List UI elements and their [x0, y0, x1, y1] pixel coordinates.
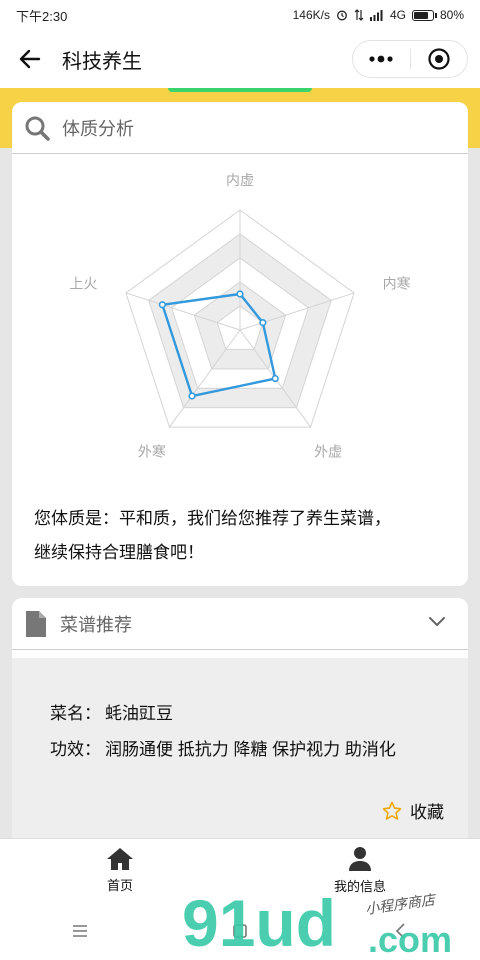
- more-dots-icon: [369, 55, 393, 63]
- radar-point: [259, 318, 267, 327]
- chevron-down-icon[interactable]: [428, 612, 446, 630]
- recipe-effect-row: 功效： 润肠通便 抵抗力 降糖 保护视力 助消化: [50, 732, 450, 768]
- recipe-name-row: 菜名： 蚝油豇豆: [50, 696, 450, 732]
- svg-text:.com: .com: [368, 919, 452, 960]
- recipe-name-value: 蚝油豇豆: [105, 704, 173, 723]
- menu-button[interactable]: [60, 911, 100, 951]
- user-icon: [349, 847, 371, 871]
- net-speed: 146K/s: [292, 8, 330, 22]
- recipe-name-label: 菜名：: [50, 704, 101, 723]
- result-line-1: 您体质是：平和质，我们给您推荐了养生菜谱，: [34, 509, 391, 528]
- battery-icon: [411, 9, 437, 21]
- banner-indicator: [168, 88, 312, 92]
- close-mini-program-button[interactable]: [411, 41, 468, 77]
- back-button[interactable]: [16, 45, 44, 73]
- menu-lines-icon: [73, 925, 87, 937]
- favorite-button[interactable]: 收藏: [382, 798, 444, 823]
- alarm-icon: [337, 10, 347, 21]
- mini-program-capsule: [352, 40, 468, 78]
- battery-fill: [413, 11, 428, 19]
- nav-bar: 科技养生: [0, 30, 480, 88]
- radar-axis-label: 内寒: [383, 276, 411, 292]
- result-line-2: 继续保持合理膳食吧！: [34, 543, 204, 562]
- analysis-header: 体质分析: [12, 102, 468, 154]
- analysis-card: 体质分析 内虚内寒外虚 外寒 上火 您体质是：平和质，我们给您推荐了养生菜谱， 继续…: [12, 102, 468, 586]
- recipe-title: 菜谱推荐: [60, 614, 132, 635]
- radar-point: [236, 290, 244, 298]
- status-time: 下午2:30: [16, 8, 68, 24]
- signal-icon: [369, 10, 383, 21]
- more-button[interactable]: [353, 41, 410, 77]
- status-bar: 下午2:30 146K/s 4G 80%: [0, 0, 480, 30]
- analysis-title: 体质分析: [62, 118, 134, 139]
- radar-axis-label: 上火: [69, 276, 97, 292]
- recipe-header[interactable]: 菜谱推荐: [12, 598, 468, 650]
- svg-text:小程序商店: 小程序商店: [364, 892, 438, 918]
- radar-axis-label: 内虚: [226, 172, 254, 188]
- radar-axis-label: 外虚: [314, 443, 342, 459]
- network-type: 4G: [389, 8, 406, 22]
- radar-axis-label: 外寒: [138, 443, 166, 459]
- watermark-logo: 91ud .com 小程序商店: [182, 886, 452, 960]
- arrow-left-icon: [19, 49, 41, 69]
- star-outline-icon: [382, 801, 402, 820]
- target-circle-icon: [428, 48, 450, 70]
- radar-point: [188, 392, 196, 400]
- battery-percent: 80%: [439, 8, 464, 22]
- page-title: 科技养生: [62, 50, 142, 73]
- document-icon: [26, 610, 46, 637]
- svg-text:91ud: 91ud: [182, 886, 336, 960]
- radar-chart: 内虚内寒外虚 外寒 上火: [69, 172, 411, 459]
- recipe-card: 菜谱推荐 菜名： 蚝油豇豆 功效： 润肠通便 抵抗力 降糖 保护视力 助消化 收…: [12, 598, 468, 848]
- favorite-label: 收藏: [410, 803, 444, 822]
- radar-point: [158, 301, 166, 309]
- constitution-result: 您体质是：平和质，我们给您推荐了养生菜谱， 继续保持合理膳食吧！: [34, 502, 454, 570]
- tab-home-label: 首页: [106, 878, 133, 893]
- recipe-effect-value: 润肠通便 抵抗力 降糖 保护视力 助消化: [105, 740, 396, 759]
- search-icon: [25, 116, 50, 141]
- home-icon: [107, 848, 133, 870]
- recipe-effect-label: 功效：: [50, 740, 101, 759]
- data-arrows-icon: [354, 9, 364, 21]
- radar-point: [271, 374, 279, 383]
- status-indicators: 146K/s 4G 80%: [293, 8, 464, 22]
